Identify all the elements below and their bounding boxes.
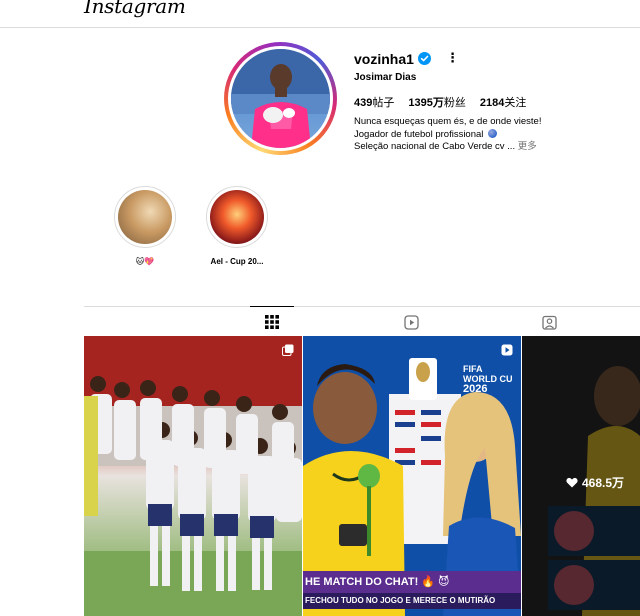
stat-posts-label: 帖子 [372, 97, 395, 109]
carousel-icon [282, 344, 294, 356]
story-highlight-2[interactable]: Ael - Cup 20... [206, 186, 268, 266]
highlight-cover [118, 190, 172, 244]
stat-following-label: 关注 [504, 97, 527, 109]
tab-reels[interactable] [389, 307, 433, 337]
post-image [84, 336, 302, 616]
profile-bio: Nunca esqueças quem és, e de onde vieste… [354, 116, 541, 154]
instagram-logo[interactable]: Instagram [84, 0, 186, 18]
profile-username: vozinha1 [354, 51, 414, 67]
tab-posts[interactable] [250, 306, 294, 336]
post-thumbnail[interactable] [84, 336, 302, 616]
bio-line-1: Nunca esqueças quem és, e de onde vieste… [354, 116, 542, 127]
stat-following[interactable]: 2184关注 [480, 94, 526, 110]
tagged-icon [541, 315, 557, 330]
grid-icon [265, 314, 279, 329]
globe-icon [488, 128, 498, 138]
tab-tagged[interactable] [527, 307, 571, 337]
stat-posts-number: 439 [354, 97, 373, 109]
more-options-icon[interactable]: ⋮ [446, 50, 459, 66]
stat-followers[interactable]: 1395万粉丝 [408, 94, 465, 110]
profile-avatar-ring[interactable] [224, 42, 337, 155]
profile-full-name: Josimar Dias [354, 72, 417, 83]
profile-tabs [84, 306, 640, 336]
stat-following-number: 2184 [479, 97, 505, 109]
stat-followers-label: 粉丝 [443, 97, 466, 109]
heart-icon [566, 477, 578, 488]
reel-icon [501, 344, 513, 356]
post-thumbnail[interactable]: FIFA WORLD CU 2026 HE MATCH DO CHAT! 🔥 😈… [303, 336, 521, 616]
bio-line-2: Jogador de futebol profissional [354, 128, 541, 142]
stat-followers-number: 1395万 [408, 97, 444, 109]
top-bar: Instagram [0, 0, 640, 28]
story-highlight-1[interactable]: 🐱💖 [114, 186, 176, 266]
post-thumbnail-hovered[interactable]: 468.5万 [522, 336, 640, 616]
highlight-label: Ael - Cup 20... [210, 257, 264, 266]
profile-stats: 439帖子 1395万粉丝 2184关注 [354, 94, 526, 110]
avatar [231, 49, 330, 148]
stat-posts: 439帖子 [354, 94, 394, 110]
reel-caption-bottom: FECHOU TUDO NO JOGO E MERECE O MUTIRÃO [303, 593, 521, 609]
verified-badge-icon [418, 52, 431, 65]
fifa-logo-text: FIFA WORLD CU 2026 [463, 364, 513, 395]
bio-more-link[interactable]: 更多 [518, 141, 537, 152]
reel-caption-top: HE MATCH DO CHAT! 🔥 😈 [303, 571, 521, 593]
avatar-photo [231, 49, 330, 148]
bio-line-3: Seleção nacional de Cabo Verde cv ... 更多 [354, 141, 537, 152]
highlight-cover [210, 190, 264, 244]
highlight-label: 🐱💖 [135, 257, 155, 266]
post-like-count: 468.5万 [566, 474, 624, 491]
reels-icon [403, 314, 419, 330]
